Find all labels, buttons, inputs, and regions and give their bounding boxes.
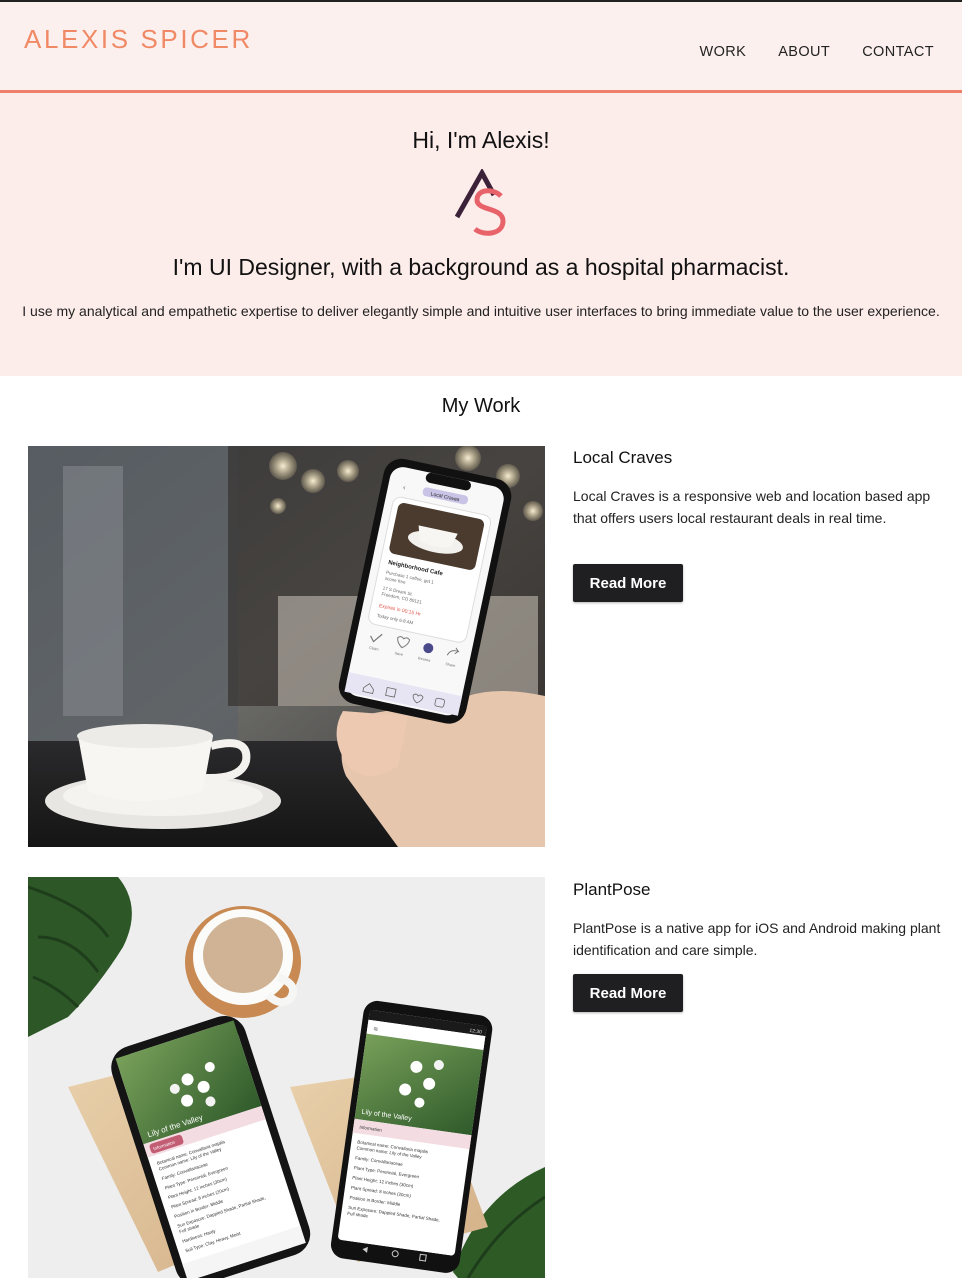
hero-description: I use my analytical and empathetic exper… bbox=[22, 303, 940, 319]
my-work-heading: My Work bbox=[441, 395, 521, 417]
plantpose-photo: Lily of the Valley Information Botanical… bbox=[28, 877, 545, 1278]
svg-text:≡: ≡ bbox=[373, 1026, 379, 1034]
nav-work-link[interactable]: WORK bbox=[700, 44, 747, 60]
site-logo[interactable]: ALEXIS SPICER bbox=[24, 24, 253, 55]
main-nav: WORK ABOUT CONTACT bbox=[700, 44, 934, 60]
read-more-plantpose-button[interactable]: Read More bbox=[573, 974, 683, 1012]
project-title-local-craves[interactable]: Local Craves bbox=[573, 448, 672, 468]
as-monogram-logo bbox=[455, 169, 506, 236]
hero-title: I'm UI Designer, with a background as a … bbox=[172, 254, 790, 280]
site-header: ALEXIS SPICER WORK ABOUT CONTACT bbox=[0, 2, 962, 90]
local-craves-photo: ‹ Local Craves Neighborhood Cafe Purchas… bbox=[28, 446, 545, 847]
project-description-local-craves: Local Craves is a responsive web and loc… bbox=[573, 488, 931, 526]
nav-contact-link[interactable]: CONTACT bbox=[862, 44, 934, 60]
local-craves-image[interactable]: ‹ Local Craves Neighborhood Cafe Purchas… bbox=[28, 446, 545, 847]
hero-section: Hi, I'm Alexis! I'm UI Designer, with a … bbox=[0, 93, 962, 376]
hero-greeting: Hi, I'm Alexis! bbox=[412, 127, 550, 153]
nav-about-link[interactable]: ABOUT bbox=[778, 44, 830, 60]
project-description-plantpose: PlantPose is a native app for iOS and An… bbox=[573, 920, 941, 958]
project-title-plantpose[interactable]: PlantPose bbox=[573, 880, 651, 900]
read-more-local-craves-button[interactable]: Read More bbox=[573, 564, 683, 602]
plantpose-image[interactable]: Lily of the Valley Information Botanical… bbox=[28, 877, 545, 1278]
